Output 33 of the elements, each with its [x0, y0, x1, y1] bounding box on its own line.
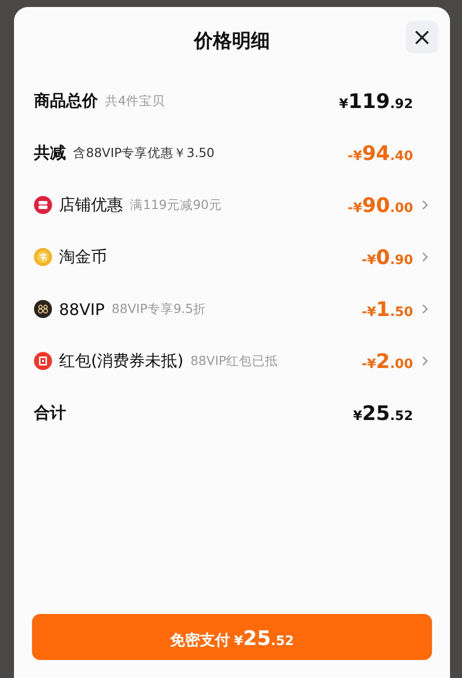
row-label: 红包(消费券未抵) [59, 350, 184, 372]
price-amount: ¥119.92 [339, 89, 413, 113]
discount-amount: -¥0.90 [362, 245, 413, 269]
chevron-right-icon [420, 355, 430, 367]
chevron-right-icon [420, 251, 430, 263]
row-label: 共减 [34, 142, 66, 164]
discount-amount: -¥2.00 [362, 349, 413, 373]
price-amount: -¥94.40 [348, 141, 413, 165]
row-note: 满119元减90元 [130, 196, 222, 214]
chevron-right-icon [420, 199, 430, 211]
close-button[interactable]: × [406, 21, 438, 53]
discount-row[interactable]: 店铺优惠 满119元减90元 -¥90.00 [34, 179, 430, 231]
row-label: 88VIP [59, 300, 105, 318]
discount-row[interactable]: 红包(消费券未抵) 88VIP红包已抵 -¥2.00 [34, 335, 430, 387]
discount-row[interactable]: 淘金币 -¥0.90 [34, 231, 430, 283]
row-note: 88VIP专享9.5折 [112, 300, 206, 318]
price-amount: ¥25.52 [353, 401, 413, 425]
coin-icon [34, 248, 52, 266]
chevron-right-icon [420, 303, 430, 315]
row-note: 共4件宝贝 [105, 92, 165, 110]
sheet-title: 价格明细 [194, 29, 270, 54]
row-label: 店铺优惠 [59, 194, 123, 216]
discount-row[interactable]: 88VIP 88VIP专享9.5折 -¥1.50 [34, 283, 430, 335]
row-label: 淘金币 [59, 246, 107, 268]
row-note: 含88VIP专享优惠￥3.50 [73, 144, 215, 162]
vip-icon [34, 300, 52, 318]
discount-amount: -¥90.00 [348, 193, 413, 217]
row-label: 商品总价 [34, 90, 98, 112]
row-label: 合计 [34, 402, 66, 424]
shop-icon [34, 196, 52, 214]
envelope-icon [34, 352, 52, 370]
row-note: 88VIP红包已抵 [190, 352, 278, 370]
discount-amount: -¥1.50 [362, 297, 413, 321]
